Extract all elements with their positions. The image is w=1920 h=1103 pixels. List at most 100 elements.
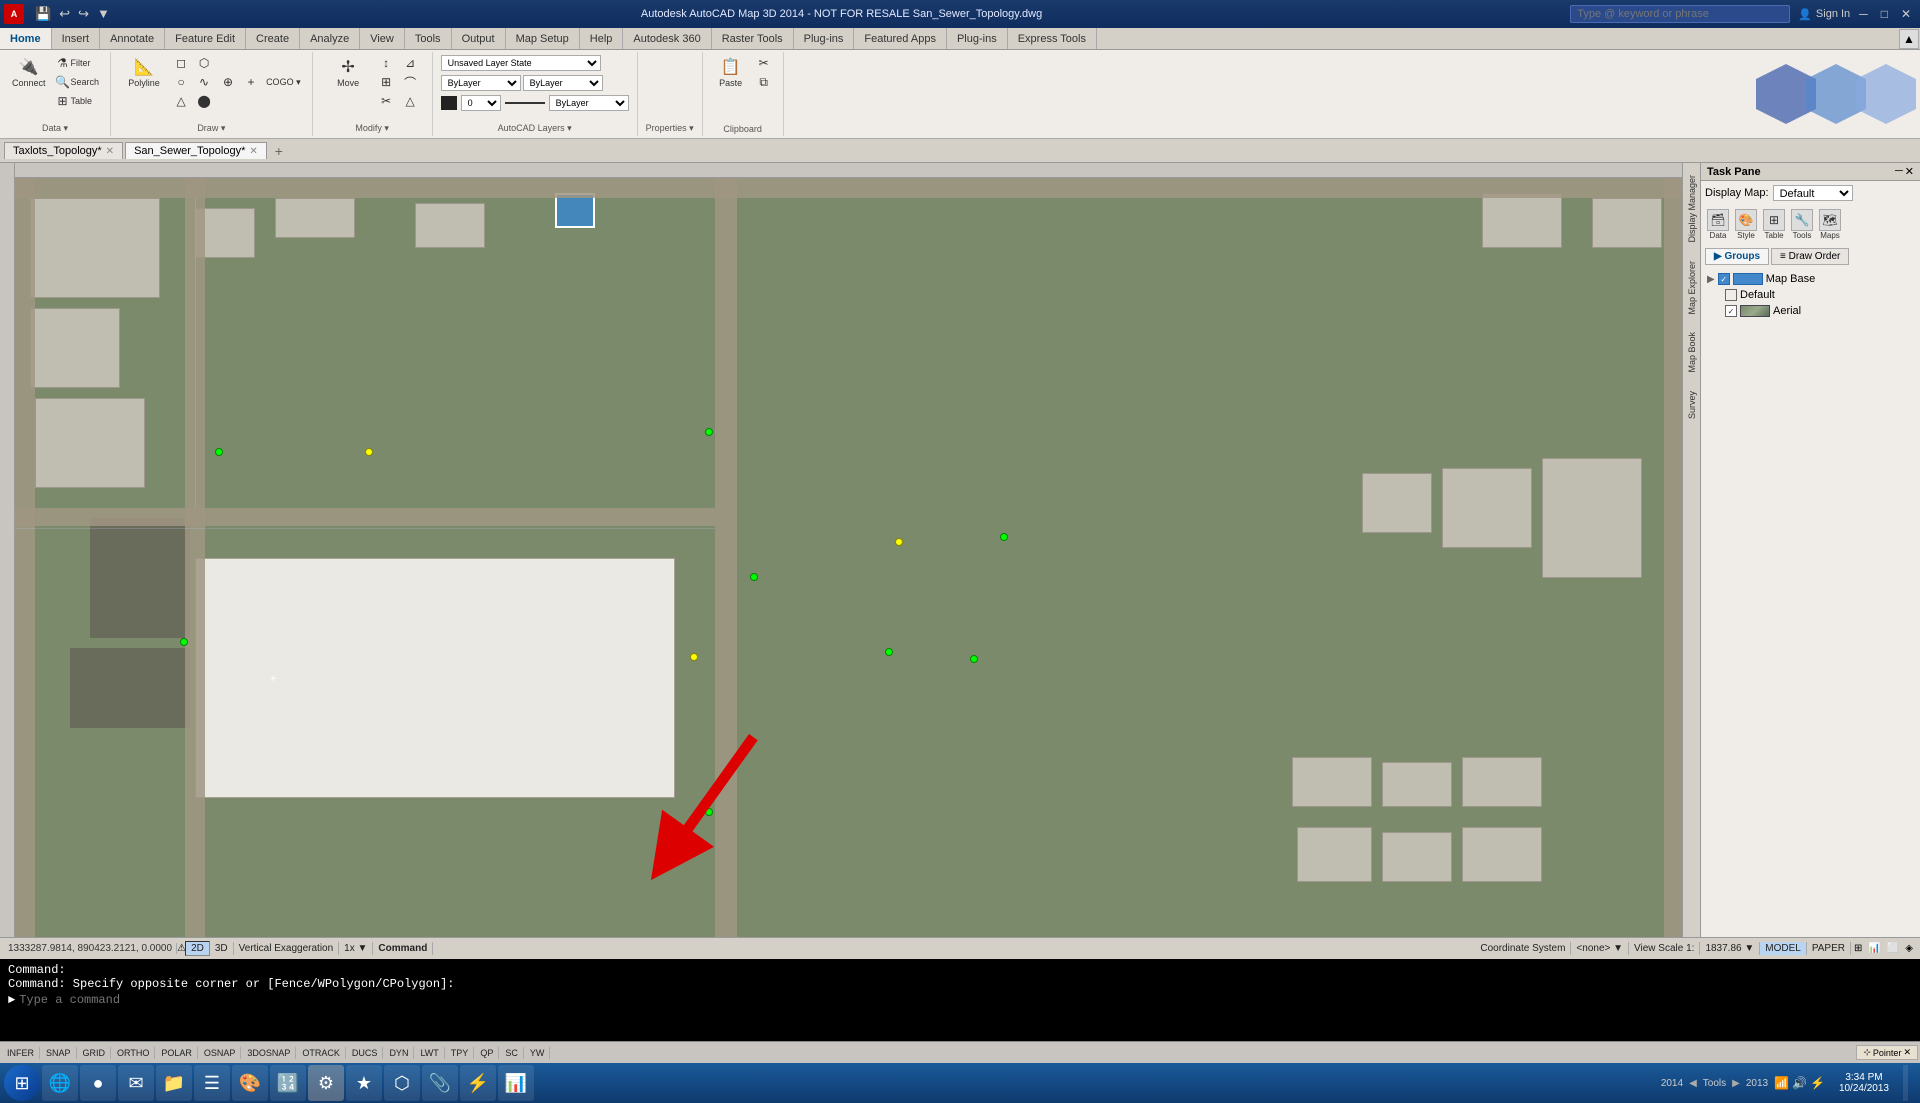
tab-featured-apps[interactable]: Featured Apps <box>854 28 947 49</box>
start-button[interactable]: ⊞ <box>4 1065 40 1101</box>
task-pane-minimize[interactable]: ─ <box>1895 165 1903 178</box>
grid-toggle[interactable]: GRID <box>78 1047 112 1059</box>
dyn-toggle[interactable]: DYN <box>384 1047 414 1059</box>
tab-plug-ins2[interactable]: Plug-ins <box>947 28 1008 49</box>
icon-4[interactable]: ◈ <box>1902 943 1916 954</box>
qa-save[interactable]: 💾 <box>32 6 54 22</box>
app10-button[interactable]: ⬡ <box>384 1065 420 1101</box>
icon-1[interactable]: ⊞ <box>1851 943 1865 954</box>
tree-item-mapbase[interactable]: ▶ ✓ Map Base <box>1705 271 1916 287</box>
mod-2-button[interactable]: ⊞ <box>375 73 397 91</box>
ie-button[interactable]: 🌐 <box>42 1065 78 1101</box>
lwt-toggle[interactable]: LWT <box>415 1047 444 1059</box>
cogo-button[interactable]: COGO ▾ <box>263 54 304 110</box>
tab-tools[interactable]: Tools <box>405 28 452 49</box>
draw-3-button[interactable]: △ <box>170 92 192 110</box>
filter-button[interactable]: ⚗ Filter <box>52 54 103 72</box>
snap-toggle[interactable]: SNAP <box>41 1047 77 1059</box>
mod-3-button[interactable]: ✂ <box>375 92 397 110</box>
mod-5-button[interactable]: ⌒ <box>399 73 421 91</box>
draw-8-button[interactable]: + <box>240 54 262 110</box>
osnap-toggle[interactable]: OSNAP <box>199 1047 242 1059</box>
map-book-tab[interactable]: Map Book <box>1685 324 1699 381</box>
tab-help[interactable]: Help <box>580 28 624 49</box>
layer-state-dropdown[interactable]: Unsaved Layer State <box>441 55 601 71</box>
task-icon-style[interactable]: 🎨 Style <box>1735 209 1757 240</box>
tab-taxlots-close[interactable]: ✕ <box>106 146 114 157</box>
app11-button[interactable]: 📎 <box>422 1065 458 1101</box>
ortho-toggle[interactable]: ORTHO <box>112 1047 155 1059</box>
bylayer-3-dropdown[interactable]: ByLayer <box>549 95 629 111</box>
bylayer-2-dropdown[interactable]: ByLayer <box>523 75 603 91</box>
icon-2[interactable]: 📊 <box>1865 943 1883 954</box>
show-desktop-button[interactable] <box>1903 1065 1908 1101</box>
bylayer-1-dropdown[interactable]: ByLayer <box>441 75 521 91</box>
app9-button[interactable]: ★ <box>346 1065 382 1101</box>
tree-item-default[interactable]: Default <box>1705 287 1916 303</box>
tab-view[interactable]: View <box>360 28 405 49</box>
drawing-viewport[interactable]: + <box>15 178 1682 937</box>
sign-in-label[interactable]: Sign In <box>1816 8 1850 20</box>
connect-button[interactable]: 🔌 Connect <box>8 54 50 110</box>
autocad-taskbar-button[interactable]: ⚙ <box>308 1065 344 1101</box>
tab-autodesk360[interactable]: Autodesk 360 <box>623 28 711 49</box>
copy-button[interactable]: ⧉ <box>753 73 775 91</box>
battery-icon[interactable]: ⚡ <box>1810 1076 1825 1090</box>
chrome-button[interactable]: ● <box>80 1065 116 1101</box>
draw-2-button[interactable]: ○ <box>170 73 192 91</box>
paste-button[interactable]: 📋 Paste <box>711 54 751 91</box>
qa-redo[interactable]: ↪ <box>75 6 92 22</box>
mod-6-button[interactable]: △ <box>399 92 421 110</box>
command-input-field[interactable] <box>19 993 1912 1007</box>
tab-home[interactable]: Home <box>0 28 52 49</box>
restore-button[interactable]: □ <box>1876 7 1893 21</box>
infer-snap[interactable]: INFER <box>2 1047 40 1059</box>
outlook-button[interactable]: ✉ <box>118 1065 154 1101</box>
pointer-close[interactable]: ✕ <box>1903 1047 1911 1058</box>
draw-5-button[interactable]: ∿ <box>193 73 215 91</box>
tab-output[interactable]: Output <box>452 28 506 49</box>
doc-tab-sewer[interactable]: San_Sewer_Topology* ✕ <box>125 142 267 159</box>
icon-3[interactable]: ⬜ <box>1884 943 1902 954</box>
yw-toggle[interactable]: YW <box>525 1047 551 1059</box>
tree-item-aerial[interactable]: ✓ Aerial <box>1705 303 1916 319</box>
display-map-dropdown[interactable]: Default <box>1773 185 1853 201</box>
mod-4-button[interactable]: ⊿ <box>399 54 421 72</box>
ribbon-toggle[interactable]: ▲ <box>1899 29 1919 49</box>
qa-dropdown[interactable]: ▼ <box>94 6 113 22</box>
draw-1-button[interactable]: ◻ <box>170 54 192 72</box>
task-icon-tools[interactable]: 🔧 Tools <box>1791 209 1813 240</box>
task-pane-close[interactable]: ✕ <box>1905 165 1914 178</box>
app6-button[interactable]: 🎨 <box>232 1065 268 1101</box>
task-icon-data[interactable]: 🗃 Data <box>1707 209 1729 240</box>
tab-sewer-close[interactable]: ✕ <box>249 146 257 157</box>
search-button[interactable]: 🔍 Search <box>52 73 103 91</box>
default-checkbox[interactable] <box>1725 289 1737 301</box>
draw-order-tab[interactable]: ≡ Draw Order <box>1771 248 1849 265</box>
minimize-button[interactable]: ─ <box>1854 7 1873 21</box>
3d-button[interactable]: 3D <box>210 942 234 955</box>
tab-annotate[interactable]: Annotate <box>100 28 165 49</box>
qa-undo[interactable]: ↩ <box>56 6 73 22</box>
2d-button[interactable]: 2D <box>185 941 210 956</box>
task-icon-table[interactable]: ⊞ Table <box>1763 209 1785 240</box>
volume-icon[interactable]: 🔊 <box>1792 1076 1807 1090</box>
qp-toggle[interactable]: QP <box>475 1047 499 1059</box>
polyline-button[interactable]: 📐 Polyline <box>119 54 169 110</box>
app12-button[interactable]: ⚡ <box>460 1065 496 1101</box>
explorer-button[interactable]: 📁 <box>156 1065 192 1101</box>
task-icon-maps[interactable]: 🗺 Maps <box>1819 209 1841 240</box>
aerial-checkbox[interactable]: ✓ <box>1725 305 1737 317</box>
view-scale-value[interactable]: 1837.86 ▼ <box>1700 942 1760 955</box>
polar-toggle[interactable]: POLAR <box>156 1047 198 1059</box>
tab-express-tools[interactable]: Express Tools <box>1008 28 1097 49</box>
tab-feature-edit[interactable]: Feature Edit <box>165 28 246 49</box>
mod-1-button[interactable]: ↕ <box>375 54 397 72</box>
network-icon[interactable]: 📶 <box>1774 1076 1789 1090</box>
move-button[interactable]: ✢ Move <box>323 54 373 110</box>
color-number-dropdown[interactable]: 0 <box>461 95 501 111</box>
tab-map-setup[interactable]: Map Setup <box>506 28 580 49</box>
sc-toggle[interactable]: SC <box>500 1047 524 1059</box>
table-button[interactable]: ⊞ Table <box>52 92 103 110</box>
ppt-button[interactable]: 📊 <box>498 1065 534 1101</box>
